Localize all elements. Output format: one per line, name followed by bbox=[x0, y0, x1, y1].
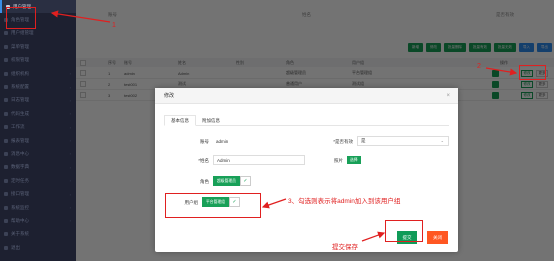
chevron-down-icon: ⌄ bbox=[440, 138, 444, 143]
chevron-right-icon: › bbox=[69, 71, 71, 77]
sidebar-item-jobs[interactable]: 定时任务 › bbox=[0, 174, 76, 187]
log-icon bbox=[4, 98, 8, 103]
sidebar-item-label: 定时任务 bbox=[11, 177, 29, 183]
valid-select[interactable]: 是 ⌄ bbox=[357, 136, 449, 146]
chevron-right-icon: › bbox=[69, 111, 71, 117]
sidebar-item-dictionary[interactable]: 数据字典 › bbox=[0, 161, 76, 174]
sidebar-item-api[interactable]: 接口管理 › bbox=[0, 187, 76, 200]
code-icon bbox=[4, 111, 8, 116]
annotation-step-3: 3、勾选则表示将admin加入到该用户组 bbox=[288, 198, 401, 205]
role-option-label: 超级管理员 bbox=[213, 176, 240, 186]
sidebar-item-label: 日志管理 bbox=[11, 97, 29, 103]
annotation-box-group bbox=[165, 193, 261, 218]
annotation-box-edit bbox=[519, 65, 546, 80]
sidebar-item-label: 用户组管理 bbox=[11, 30, 34, 36]
role-label: 角色 bbox=[200, 179, 209, 184]
sidebar-item-messages[interactable]: 消息中心 › bbox=[0, 147, 76, 160]
chevron-right-icon: › bbox=[69, 84, 71, 90]
permission-icon bbox=[4, 58, 8, 63]
name-label: *姓名 bbox=[198, 158, 209, 163]
tab-basic-info[interactable]: 基本信息 bbox=[164, 115, 196, 126]
sidebar-item-label: 数据字典 bbox=[11, 164, 29, 170]
close-button[interactable]: 关闭 bbox=[427, 231, 448, 244]
sidebar-item-label: 系统监控 bbox=[11, 204, 29, 210]
message-icon bbox=[4, 151, 8, 156]
sidebar-item-reports[interactable]: 报表管理 › bbox=[0, 134, 76, 147]
dialog-tabs: 基本信息 附加信息 bbox=[164, 115, 449, 126]
sidebar-item-help[interactable]: 帮助中心 › bbox=[0, 214, 76, 227]
report-icon bbox=[4, 138, 8, 143]
sidebar: 用户管理 角色管理 用户组管理 菜单管理 权限管理 组织机构 › 系统配置 › 日志… bbox=[0, 0, 76, 261]
chevron-right-icon: › bbox=[69, 205, 71, 211]
sidebar-item-permission-management[interactable]: 权限管理 bbox=[0, 54, 76, 67]
tab-extra-info[interactable]: 附加信息 bbox=[196, 115, 226, 126]
photo-label: 照片 bbox=[334, 158, 343, 163]
annotation-step-1: 1 bbox=[112, 22, 116, 29]
chevron-right-icon: › bbox=[69, 151, 71, 157]
sidebar-item-organization[interactable]: 组织机构 › bbox=[0, 67, 76, 80]
annotation-box-submit bbox=[385, 220, 423, 242]
sidebar-item-label: 接口管理 bbox=[11, 191, 29, 197]
sidebar-item-label: 系统配置 bbox=[11, 84, 29, 90]
help-icon bbox=[4, 218, 8, 223]
check-icon: ✓ bbox=[239, 176, 251, 186]
chevron-right-icon: › bbox=[69, 138, 71, 144]
monitor-icon bbox=[4, 205, 8, 210]
sidebar-item-monitor[interactable]: 系统监控 › bbox=[0, 201, 76, 214]
chevron-right-icon: › bbox=[69, 191, 71, 197]
dictionary-icon bbox=[4, 165, 8, 170]
chevron-right-icon: › bbox=[69, 97, 71, 103]
sidebar-item-system-config[interactable]: 系统配置 › bbox=[0, 80, 76, 93]
annotation-submit-note: 提交保存 bbox=[332, 244, 358, 251]
name-field[interactable]: Admin bbox=[213, 155, 305, 165]
sidebar-item-label: 帮助中心 bbox=[11, 217, 29, 223]
sidebar-item-label: 工作流 bbox=[11, 124, 25, 130]
choose-photo-button[interactable]: 选择 bbox=[347, 156, 361, 164]
sidebar-item-label: 菜单管理 bbox=[11, 43, 29, 49]
valid-label: *是否有效 bbox=[333, 139, 353, 144]
sidebar-item-about[interactable]: 关于系统 bbox=[0, 228, 76, 241]
chevron-right-icon: › bbox=[69, 124, 71, 130]
role-option[interactable]: 超级管理员 ✓ bbox=[213, 176, 251, 186]
annotation-step-2: 2 bbox=[477, 63, 481, 70]
sidebar-item-logout[interactable]: 退出 bbox=[0, 241, 76, 254]
close-icon[interactable]: × bbox=[446, 93, 450, 99]
chevron-right-icon: › bbox=[69, 164, 71, 170]
sidebar-item-label: 退出 bbox=[11, 244, 20, 250]
sidebar-item-label: 代码生成 bbox=[11, 110, 29, 116]
annotation-box-sidebar bbox=[6, 7, 36, 29]
sidebar-item-codegen[interactable]: 代码生成 › bbox=[0, 107, 76, 120]
menu-icon bbox=[4, 44, 8, 49]
chevron-right-icon: › bbox=[69, 178, 71, 184]
chevron-right-icon: › bbox=[69, 218, 71, 224]
group-icon bbox=[4, 31, 8, 36]
sidebar-item-workflow[interactable]: 工作流 › bbox=[0, 121, 76, 134]
sidebar-item-logs[interactable]: 日志管理 › bbox=[0, 94, 76, 107]
sidebar-item-label: 组织机构 bbox=[11, 70, 29, 76]
sidebar-item-label: 报表管理 bbox=[11, 137, 29, 143]
dialog-title: 修改 bbox=[155, 88, 458, 104]
account-label: 账号 bbox=[200, 139, 209, 144]
clock-icon bbox=[4, 178, 8, 183]
config-icon bbox=[4, 85, 8, 90]
logout-icon bbox=[4, 245, 8, 250]
info-icon bbox=[4, 232, 8, 237]
sidebar-item-label: 消息中心 bbox=[11, 150, 29, 156]
valid-select-value: 是 bbox=[361, 138, 366, 143]
sidebar-item-label: 权限管理 bbox=[11, 57, 29, 63]
api-icon bbox=[4, 192, 8, 197]
sidebar-item-menu-management[interactable]: 菜单管理 bbox=[0, 40, 76, 53]
workflow-icon bbox=[4, 125, 8, 130]
sidebar-item-label: 关于系统 bbox=[11, 231, 29, 237]
organization-icon bbox=[4, 71, 8, 76]
account-value: admin bbox=[213, 136, 303, 146]
